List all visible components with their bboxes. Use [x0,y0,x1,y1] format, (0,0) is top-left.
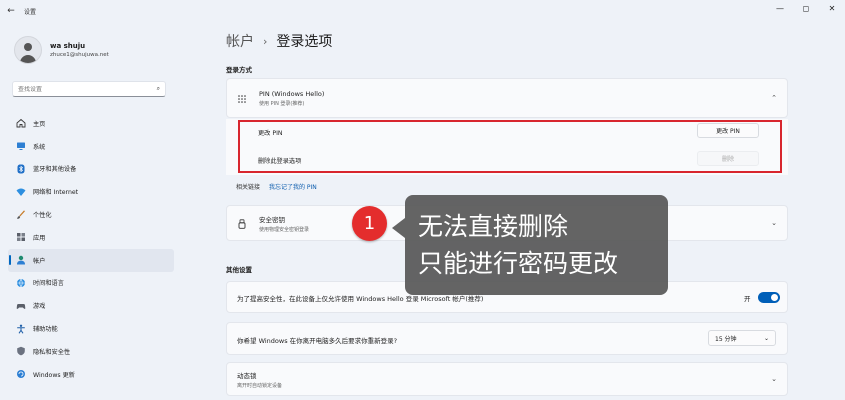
chevron-down-icon[interactable]: ⌄ [771,375,777,383]
user-profile[interactable]: wa shuju zhuce1@shujuwa.net [14,36,109,64]
sidebar-item-windows-update[interactable]: Windows 更新 [8,363,174,386]
sidebar-item-label: 游戏 [33,303,46,311]
shield-icon [16,346,26,356]
pin-subtitle: 使用 PIN 登录(推荐) [259,100,305,107]
breadcrumb-separator: › [263,34,268,48]
sidebar-item-label: 系统 [33,143,46,151]
apps-icon [16,232,26,242]
security-key-subtitle: 使用物理安全密钥登录 [259,226,310,233]
sidebar-item-home[interactable]: 主页 [8,112,174,135]
search-icon[interactable]: ⌕ [157,85,160,93]
avatar [14,36,42,64]
window-controls: — ◻ ✕ [767,0,845,22]
minimize-icon[interactable]: — [767,0,793,22]
sidebar-item-label: Windows 更新 [33,371,75,379]
sidebar-item-label: 应用 [33,234,46,242]
breadcrumb: 帐户 › 登录选项 [226,31,332,51]
sidebar-item-label: 帐户 [33,257,46,265]
sidebar-item-label: 蓝牙和其他设备 [33,166,77,174]
sidebar-item-network[interactable]: 网络和 Internet [8,180,174,203]
sidebar: wa shuju zhuce1@shujuwa.net ⌕ 主页 系统 蓝牙和其… [0,22,178,400]
callout-line-2: 只能进行密码更改 [418,249,619,278]
search-input[interactable] [18,85,138,93]
update-icon [16,369,26,379]
title-bar: ← 设置 [0,0,845,22]
sidebar-item-system[interactable]: 系统 [8,135,174,158]
avatar-body-shape [20,55,36,63]
sidebar-item-label: 网络和 Internet [33,189,79,197]
sidebar-item-bluetooth[interactable]: 蓝牙和其他设备 [8,158,174,181]
chevron-up-icon[interactable]: ⌃ [771,94,777,102]
dynamic-lock-title: 动态锁 [237,371,257,380]
account-icon [16,255,26,265]
sidebar-item-accessibility[interactable]: 辅助功能 [8,317,174,340]
user-email: zhuce1@shujuwa.net [50,52,109,58]
sidebar-item-personalization[interactable]: 个性化 [8,203,174,226]
close-icon[interactable]: ✕ [819,0,845,22]
accessibility-icon [16,324,26,334]
forgot-pin-link[interactable]: 我忘记了我的 PIN [269,182,317,191]
gamepad-icon [16,301,26,311]
sidebar-item-label: 辅助功能 [33,326,58,334]
wifi-icon [16,187,26,197]
bluetooth-icon [16,164,26,174]
page-title: 登录选项 [276,34,333,50]
other-section-label: 其他设置 [226,266,252,274]
brush-icon [16,209,26,220]
pin-title: PIN (Windows Hello) [259,89,325,98]
step-number-badge: 1 [352,206,387,241]
sidebar-item-label: 个性化 [33,212,52,220]
avatar-head-shape [24,43,32,51]
window-title: 设置 [24,8,37,16]
sidebar-item-gaming[interactable]: 游戏 [8,294,174,317]
pin-keypad-icon [237,89,247,108]
search-box[interactable]: ⌕ [12,81,166,97]
chevron-down-icon: ⌄ [763,334,769,342]
sidebar-item-apps[interactable]: 应用 [8,226,174,249]
related-links: 相关链接 我忘记了我的 PIN [236,182,317,191]
sidebar-item-time-language[interactable]: 时间和语言 [8,272,174,295]
signin-section-label: 登录方式 [226,66,252,74]
away-card: 你希望 Windows 在你离开电脑多久后要求你重新登录? [226,322,788,355]
pin-card[interactable]: PIN (Windows Hello) 使用 PIN 登录(推荐) ⌃ [226,78,788,118]
hello-only-toggle[interactable] [758,292,780,303]
breadcrumb-parent[interactable]: 帐户 [226,31,254,51]
sidebar-item-label: 主页 [33,120,46,128]
away-label: 你希望 Windows 在你离开电脑多久后要求你重新登录? [237,337,398,345]
maximize-icon[interactable]: ◻ [793,0,819,22]
dynamic-lock-card[interactable]: 动态锁 离开时自动锁定设备 ⌄ [226,362,788,396]
away-dropdown[interactable]: 15 分钟 ⌄ [708,330,776,346]
callout-line-1: 无法直接删除 [418,212,569,241]
sidebar-item-privacy[interactable]: 隐私和安全性 [8,340,174,363]
highlight-box [238,120,782,173]
dynamic-lock-subtitle: 离开时自动锁定设备 [237,382,283,389]
sidebar-item-accounts[interactable]: 帐户 [8,248,174,272]
system-icon [16,141,26,151]
related-links-label: 相关链接 [236,184,261,191]
back-arrow-icon[interactable]: ← [0,6,22,16]
sidebar-item-label: 时间和语言 [33,280,64,288]
home-icon [16,118,26,128]
annotation-callout: 无法直接删除 只能进行密码更改 [392,195,668,295]
user-name: wa shuju [50,42,86,50]
usb-key-icon [237,214,247,233]
away-dropdown-value: 15 分钟 [715,335,737,343]
sidebar-item-label: 隐私和安全性 [33,348,71,356]
toggle-state-label: 开 [744,295,751,303]
sidebar-nav: 主页 系统 蓝牙和其他设备 网络和 Internet 个性化 应用 帐户 时间和… [8,112,174,386]
globe-icon [16,278,26,288]
chevron-down-icon[interactable]: ⌄ [771,219,777,227]
security-key-title: 安全密钥 [259,215,285,224]
